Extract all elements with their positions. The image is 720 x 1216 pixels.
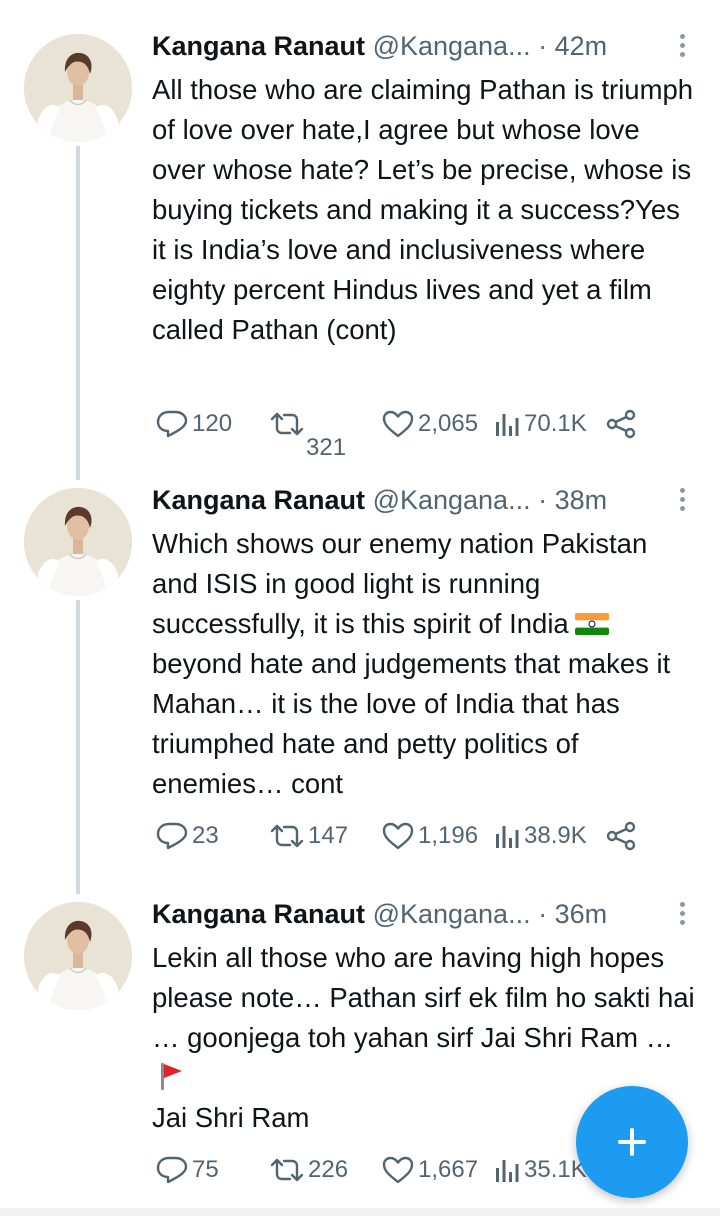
tweet-actions: 120 321 2,065 70.1K [152, 400, 720, 461]
retweet-count: 147 [308, 822, 349, 849]
profile-photo [24, 488, 132, 596]
retweet-count: 321 [306, 424, 346, 472]
views-count: 35.1K [524, 1156, 587, 1183]
avatar[interactable] [24, 902, 132, 1010]
views-button[interactable]: 38.9K [494, 812, 587, 860]
display-name[interactable]: Kangana Ranaut [152, 899, 365, 929]
like-button[interactable]: 2,065 [382, 400, 478, 448]
retweet-icon [270, 1158, 304, 1182]
separator-dot: · [538, 485, 548, 515]
bottom-divider [0, 1208, 720, 1216]
reply-button[interactable]: 75 [156, 1146, 219, 1194]
reply-button[interactable]: 23 [156, 812, 219, 860]
avatar[interactable] [24, 34, 132, 142]
heart-icon [382, 822, 414, 850]
views-button[interactable]: 35.1K [494, 1146, 587, 1194]
retweet-count: 226 [308, 1156, 349, 1183]
retweet-icon [270, 824, 304, 848]
display-name[interactable]: Kangana Ranaut [152, 485, 365, 515]
reply-count: 75 [192, 1156, 219, 1183]
heart-icon [382, 410, 414, 438]
like-count: 1,667 [418, 1156, 479, 1183]
compose-button[interactable] [576, 1086, 688, 1198]
username[interactable]: @Kangana... [373, 485, 531, 515]
retweet-button[interactable]: 226 [270, 1146, 348, 1194]
more-icon[interactable] [680, 34, 686, 60]
tweet-text-part: beyond hate and judgements that makes it… [152, 648, 678, 799]
reply-icon [156, 410, 188, 438]
retweet-button[interactable]: 147 [270, 812, 348, 860]
share-icon [606, 409, 636, 439]
timestamp[interactable]: 42m [555, 31, 608, 61]
retweet-icon [270, 412, 304, 436]
analytics-icon [496, 826, 519, 848]
analytics-icon [496, 1160, 519, 1182]
like-count: 2,065 [418, 410, 479, 437]
reply-button[interactable]: 120 [156, 400, 232, 448]
like-button[interactable]: 1,667 [382, 1146, 478, 1194]
like-button[interactable]: 1,196 [382, 812, 478, 860]
retweet-button[interactable] [270, 400, 304, 448]
tweet-actions: 23 147 1,196 38.9K [152, 812, 720, 860]
separator-dot: · [538, 31, 548, 61]
tweet[interactable]: Kangana Ranaut @Kangana... · 42m All tho… [0, 24, 720, 464]
tweet-header: Kangana Ranaut @Kangana... · 38m [152, 478, 690, 522]
tweet-text-part: Jai Shri Ram [152, 1102, 310, 1133]
tweet-text: All those who are claiming Pathan is tri… [152, 74, 701, 345]
more-icon[interactable] [680, 488, 686, 514]
tweet[interactable]: Kangana Ranaut @Kangana... · 38m Which s… [0, 478, 720, 858]
separator-dot: · [538, 899, 548, 929]
profile-photo [24, 902, 132, 1010]
more-icon[interactable] [680, 902, 686, 928]
profile-photo [24, 34, 132, 142]
reply-count: 120 [192, 410, 233, 437]
like-count: 1,196 [418, 822, 479, 849]
reply-icon [156, 822, 188, 850]
views-button[interactable]: 70.1K [494, 400, 587, 448]
views-count: 70.1K [524, 410, 587, 437]
avatar[interactable] [24, 488, 132, 596]
tweet-header: Kangana Ranaut @Kangana... · 42m [152, 24, 690, 68]
red-flag-emoji [161, 1063, 182, 1090]
analytics-icon [496, 414, 519, 436]
username[interactable]: @Kangana... [373, 31, 531, 61]
share-button[interactable] [606, 400, 636, 448]
india-flag-emoji [574, 613, 609, 635]
retweet-count-label: 321 [306, 434, 347, 461]
timestamp[interactable]: 38m [555, 485, 608, 515]
reply-icon [156, 1156, 188, 1184]
heart-icon [382, 1156, 414, 1184]
share-button[interactable] [606, 812, 636, 860]
tweet-header: Kangana Ranaut @Kangana... · 36m [152, 892, 690, 936]
views-count: 38.9K [524, 822, 587, 849]
timestamp[interactable]: 36m [555, 899, 608, 929]
tweet-text: Which shows our enemy nation Pakistan an… [152, 524, 700, 804]
username[interactable]: @Kangana... [373, 899, 531, 929]
display-name[interactable]: Kangana Ranaut [152, 31, 365, 61]
reply-count: 23 [192, 822, 219, 849]
tweet-text-part: Lekin all those who are having high hope… [152, 942, 703, 1053]
share-icon [606, 821, 636, 851]
